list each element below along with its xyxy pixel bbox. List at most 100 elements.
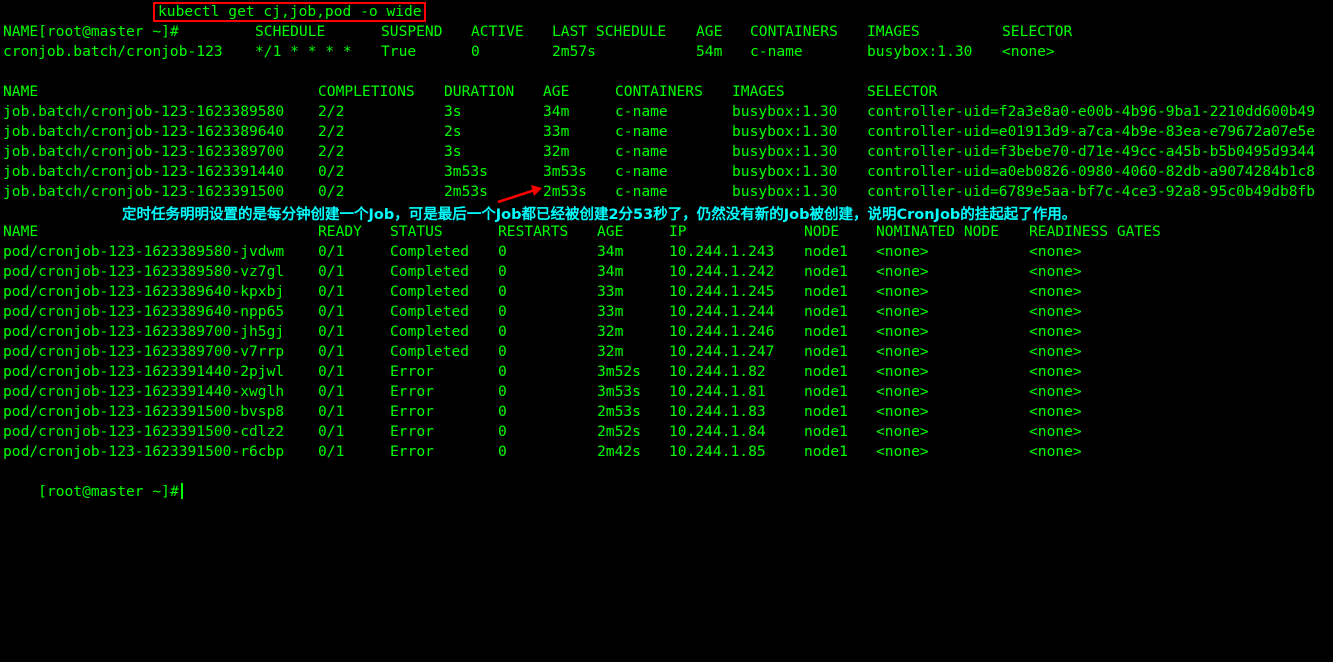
pod-ip: 10.244.1.85 bbox=[669, 443, 766, 460]
pod-node: node1 bbox=[804, 403, 848, 420]
job-name: job.batch/cronjob-123-1623389580 bbox=[3, 103, 285, 120]
cronjob-containers: c-name bbox=[750, 43, 803, 60]
pod-row: pod/cronjob-123-1623391440-2pjwl 0/1 Err… bbox=[3, 362, 1082, 382]
pod-restarts: 0 bbox=[498, 403, 507, 420]
pod-node: node1 bbox=[804, 363, 848, 380]
pod-status: Error bbox=[390, 363, 434, 380]
pod-node: node1 bbox=[804, 443, 848, 460]
pod-ip: 10.244.1.242 bbox=[669, 263, 775, 280]
job-duration: 3s bbox=[444, 103, 462, 120]
col-header-ready: READY bbox=[318, 223, 362, 240]
col-header-containers: CONTAINERS bbox=[615, 83, 703, 100]
pod-row: pod/cronjob-123-1623391440-xwglh 0/1 Err… bbox=[3, 382, 1082, 402]
cronjob-schedule: */1 * * * * bbox=[255, 43, 352, 60]
job-containers: c-name bbox=[615, 143, 668, 160]
pod-name: pod/cronjob-123-1623389640-npp65 bbox=[3, 303, 285, 320]
job-completions: 2/2 bbox=[318, 103, 345, 120]
job-header-row: NAME COMPLETIONS DURATION AGE CONTAINERS… bbox=[3, 82, 937, 102]
col-header-status: STATUS bbox=[390, 223, 443, 240]
pod-ready: 0/1 bbox=[318, 303, 345, 320]
pod-ip: 10.244.1.246 bbox=[669, 323, 775, 340]
pod-ready: 0/1 bbox=[318, 243, 345, 260]
pod-status: Error bbox=[390, 443, 434, 460]
pod-name: pod/cronjob-123-1623391500-r6cbp bbox=[3, 443, 285, 460]
pod-ready: 0/1 bbox=[318, 363, 345, 380]
pod-node: node1 bbox=[804, 283, 848, 300]
pod-ip: 10.244.1.247 bbox=[669, 343, 775, 360]
col-header-name: NAME bbox=[3, 223, 39, 240]
pod-restarts: 0 bbox=[498, 323, 507, 340]
job-duration: 2m53s bbox=[444, 183, 488, 200]
pod-nominated-node: <none> bbox=[876, 423, 929, 440]
pod-status: Completed bbox=[390, 343, 470, 360]
cronjob-name: cronjob.batch/cronjob-123 bbox=[3, 43, 223, 60]
pod-ip: 10.244.1.81 bbox=[669, 383, 766, 400]
pod-status: Completed bbox=[390, 323, 470, 340]
pod-node: node1 bbox=[804, 243, 848, 260]
pod-nominated-node: <none> bbox=[876, 303, 929, 320]
pod-age: 3m53s bbox=[597, 383, 641, 400]
pod-ready: 0/1 bbox=[318, 283, 345, 300]
job-name: job.batch/cronjob-123-1623391440 bbox=[3, 163, 285, 180]
col-header-schedule: SCHEDULE bbox=[255, 23, 326, 40]
pod-node: node1 bbox=[804, 323, 848, 340]
job-row: job.batch/cronjob-123-1623391500 0/2 2m5… bbox=[3, 182, 1315, 202]
command-highlight-box bbox=[153, 2, 426, 22]
text-cursor bbox=[180, 483, 183, 499]
pod-ready: 0/1 bbox=[318, 263, 345, 280]
pod-readiness-gates: <none> bbox=[1029, 343, 1082, 360]
cronjob-active: 0 bbox=[471, 43, 480, 60]
job-name: job.batch/cronjob-123-1623389700 bbox=[3, 143, 285, 160]
pod-readiness-gates: <none> bbox=[1029, 403, 1082, 420]
pod-name: pod/cronjob-123-1623389700-jh5gj bbox=[3, 323, 285, 340]
job-age: 34m bbox=[543, 103, 570, 120]
job-age: 2m53s bbox=[543, 183, 587, 200]
pod-age: 34m bbox=[597, 263, 624, 280]
shell-prompt: [root@master ~]# bbox=[38, 23, 179, 40]
pod-readiness-gates: <none> bbox=[1029, 323, 1082, 340]
col-header-duration: DURATION bbox=[444, 83, 515, 100]
final-prompt-line[interactable]: [root@master ~]# bbox=[3, 462, 183, 500]
job-images: busybox:1.30 bbox=[732, 143, 838, 160]
col-header-readiness-gates: READINESS GATES bbox=[1029, 223, 1161, 240]
pod-row: pod/cronjob-123-1623391500-cdlz2 0/1 Err… bbox=[3, 422, 1082, 442]
col-header-age: AGE bbox=[543, 83, 570, 100]
col-header-age: AGE bbox=[597, 223, 624, 240]
col-header-age: AGE bbox=[696, 23, 723, 40]
pod-nominated-node: <none> bbox=[876, 363, 929, 380]
job-selector: controller-uid=a0eb0826-0980-4060-82db-a… bbox=[867, 163, 1316, 180]
pod-age: 33m bbox=[597, 283, 624, 300]
job-age: 3m53s bbox=[543, 163, 587, 180]
pod-nominated-node: <none> bbox=[876, 323, 929, 340]
job-completions: 0/2 bbox=[318, 163, 345, 180]
job-images: busybox:1.30 bbox=[732, 163, 838, 180]
cronjob-header-row: NAME SCHEDULE SUSPEND ACTIVE LAST SCHEDU… bbox=[3, 22, 1072, 42]
pod-ip: 10.244.1.244 bbox=[669, 303, 775, 320]
pod-restarts: 0 bbox=[498, 263, 507, 280]
pod-age: 34m bbox=[597, 243, 624, 260]
job-name: job.batch/cronjob-123-1623391500 bbox=[3, 183, 285, 200]
pod-nominated-node: <none> bbox=[876, 243, 929, 260]
cronjob-last-schedule: 2m57s bbox=[552, 43, 596, 60]
pod-ready: 0/1 bbox=[318, 403, 345, 420]
pod-readiness-gates: <none> bbox=[1029, 303, 1082, 320]
col-header-restarts: RESTARTS bbox=[498, 223, 569, 240]
job-row: job.batch/cronjob-123-1623389580 2/2 3s … bbox=[3, 102, 1315, 122]
job-selector: controller-uid=f3bebe70-d71e-49cc-a45b-b… bbox=[867, 143, 1316, 160]
pod-readiness-gates: <none> bbox=[1029, 383, 1082, 400]
job-duration: 2s bbox=[444, 123, 462, 140]
pod-age: 3m52s bbox=[597, 363, 641, 380]
pod-nominated-node: <none> bbox=[876, 383, 929, 400]
col-header-name: NAME bbox=[3, 23, 39, 40]
cronjob-row: cronjob.batch/cronjob-123 */1 * * * * Tr… bbox=[3, 42, 1055, 62]
pod-status: Completed bbox=[390, 303, 470, 320]
pod-node: node1 bbox=[804, 423, 848, 440]
pod-ip: 10.244.1.83 bbox=[669, 403, 766, 420]
pod-name: pod/cronjob-123-1623391440-xwglh bbox=[3, 383, 285, 400]
job-containers: c-name bbox=[615, 183, 668, 200]
pod-age: 32m bbox=[597, 323, 624, 340]
job-images: busybox:1.30 bbox=[732, 123, 838, 140]
pod-ip: 10.244.1.82 bbox=[669, 363, 766, 380]
pod-node: node1 bbox=[804, 343, 848, 360]
terminal-window[interactable]: [root@master ~]# kubectl get cj,job,pod … bbox=[0, 0, 1333, 500]
